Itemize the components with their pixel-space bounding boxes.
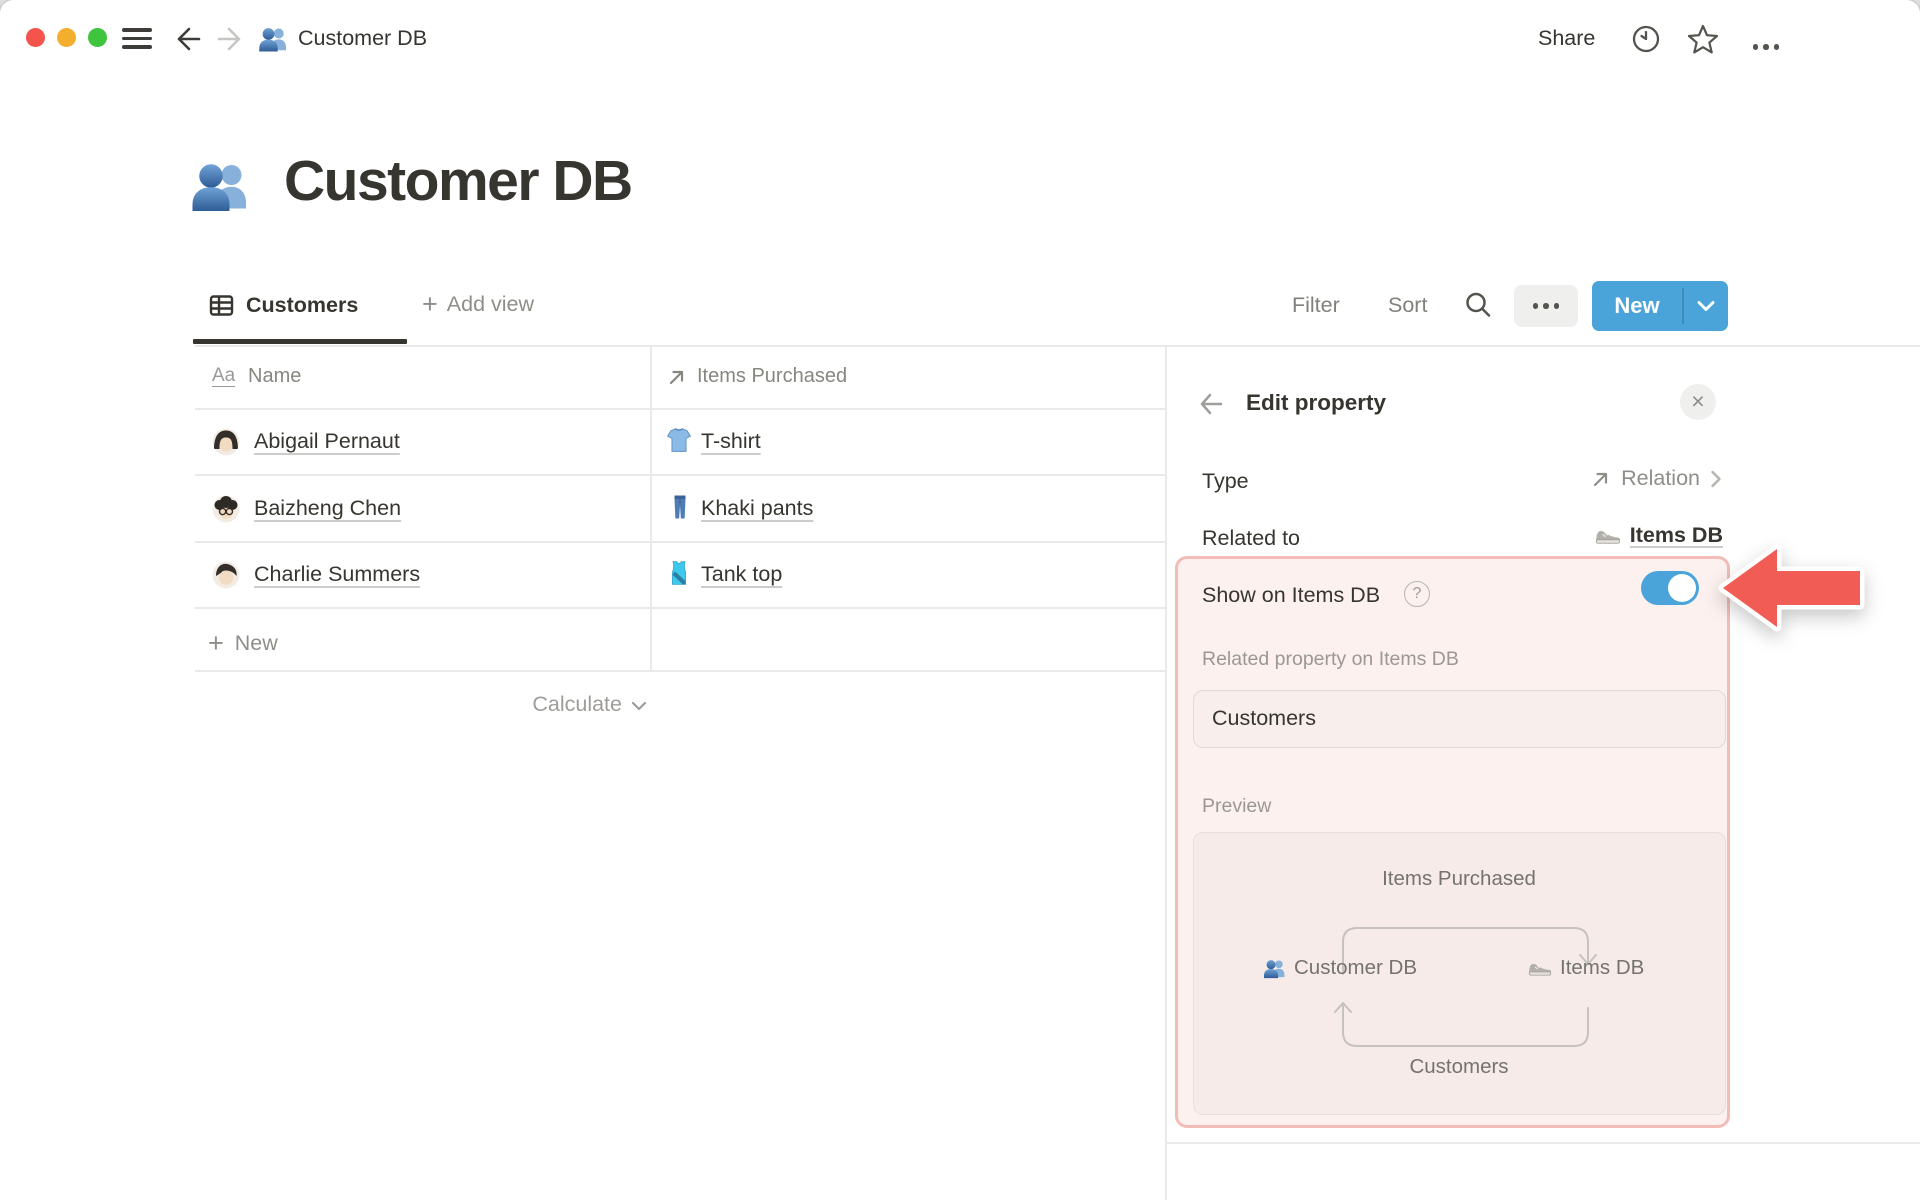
page-title[interactable]: Customer DB — [284, 148, 633, 214]
pants-icon — [674, 495, 686, 519]
relation-arrow-icon — [1594, 472, 1608, 486]
preview-items-db-node: Items DB — [1528, 956, 1644, 980]
customer-db-people-icon — [1263, 959, 1285, 978]
new-row-button[interactable]: + New — [208, 628, 278, 659]
new-button[interactable]: New — [1592, 281, 1728, 331]
new-dropdown-chevron[interactable] — [1684, 281, 1729, 331]
toggle-knob — [1668, 574, 1696, 602]
cell-customer-name[interactable]: Baizheng Chen — [254, 496, 401, 521]
show-on-items-db-toggle[interactable] — [1641, 571, 1699, 605]
row-divider — [195, 474, 1165, 476]
calculate-chevron-icon[interactable] — [630, 700, 648, 712]
table-view-icon — [209, 295, 234, 316]
related-to-label: Related to — [1202, 526, 1301, 550]
back-arrow-icon[interactable] — [172, 23, 204, 55]
show-on-items-db-label: Show on Items DB — [1202, 583, 1381, 607]
relation-arrow-icon[interactable] — [666, 366, 688, 388]
favorite-star-icon[interactable] — [1686, 22, 1720, 56]
sort-button[interactable]: Sort — [1388, 293, 1427, 318]
page-icon-people[interactable] — [190, 156, 250, 216]
traffic-lights[interactable] — [26, 28, 107, 47]
chevron-right-icon — [1711, 470, 1721, 487]
toolbar-divider — [195, 345, 1920, 347]
cell-item[interactable]: Tank top — [701, 562, 782, 587]
close-window-icon[interactable] — [26, 28, 45, 47]
title-property-icon[interactable]: Aa — [212, 365, 236, 387]
row-divider — [195, 607, 1165, 609]
avatar-baizheng — [212, 495, 240, 523]
related-property-value: Customers — [1212, 706, 1316, 730]
panel-title: Edit property — [1246, 390, 1387, 415]
add-view-button[interactable]: + Add view — [422, 291, 534, 318]
notion-window: Customer DB Share Customer DB Customers … — [0, 0, 1920, 1200]
panel-section-divider — [1165, 1142, 1920, 1144]
view-options-icon[interactable] — [1514, 285, 1578, 327]
panel-divider — [1165, 346, 1167, 1200]
row-divider — [195, 408, 1165, 410]
share-button[interactable]: Share — [1538, 26, 1595, 51]
preview-label: Preview — [1202, 795, 1272, 817]
column-header-items-purchased[interactable]: Items Purchased — [697, 365, 847, 388]
related-property-label: Related property on Items DB — [1202, 648, 1459, 670]
tab-customers[interactable]: Customers — [246, 293, 358, 318]
red-annotation-arrow — [1718, 544, 1865, 632]
related-to-value-row[interactable]: Items DB — [1420, 523, 1723, 548]
forward-arrow-icon[interactable] — [214, 23, 246, 55]
cell-customer-name[interactable]: Charlie Summers — [254, 562, 420, 587]
panel-close-icon[interactable]: × — [1680, 384, 1716, 420]
updates-clock-icon[interactable] — [1630, 23, 1662, 55]
more-options-icon[interactable] — [1740, 26, 1792, 68]
plus-icon: + — [208, 628, 224, 658]
tanktop-icon — [672, 561, 686, 585]
active-tab-underline — [193, 339, 407, 344]
avatar-abigail — [212, 428, 240, 456]
type-label: Type — [1202, 469, 1249, 493]
column-divider — [650, 346, 652, 670]
new-button-label[interactable]: New — [1592, 281, 1682, 331]
plus-icon: + — [422, 289, 438, 319]
minimize-window-icon[interactable] — [57, 28, 76, 47]
shoe-icon — [1528, 963, 1552, 976]
cell-customer-name[interactable]: Abigail Pernaut — [254, 429, 400, 454]
filter-button[interactable]: Filter — [1292, 293, 1340, 318]
search-icon[interactable] — [1462, 289, 1494, 321]
breadcrumb[interactable]: Customer DB — [298, 26, 427, 51]
cell-item[interactable]: Khaki pants — [701, 496, 813, 521]
preview-customer-db-node: Customer DB — [1263, 956, 1417, 980]
zoom-window-icon[interactable] — [88, 28, 107, 47]
customer-db-people-icon — [259, 28, 286, 52]
shoe-icon — [1595, 530, 1620, 544]
type-value-row[interactable]: Relation — [1420, 466, 1723, 491]
related-property-input[interactable]: Customers — [1193, 690, 1726, 748]
panel-back-arrow-icon[interactable] — [1196, 389, 1226, 419]
row-divider — [195, 541, 1165, 543]
tshirt-icon — [666, 427, 692, 452]
cell-item[interactable]: T-shirt — [701, 429, 761, 454]
avatar-charlie — [212, 561, 240, 589]
calculate-button[interactable]: Calculate — [430, 692, 622, 717]
column-header-name[interactable]: Name — [248, 365, 301, 388]
preview-bottom-label: Customers — [1409, 1055, 1509, 1078]
row-divider — [195, 670, 1165, 672]
help-icon[interactable]: ? — [1404, 581, 1430, 607]
sidebar-menu-icon[interactable] — [122, 28, 152, 49]
